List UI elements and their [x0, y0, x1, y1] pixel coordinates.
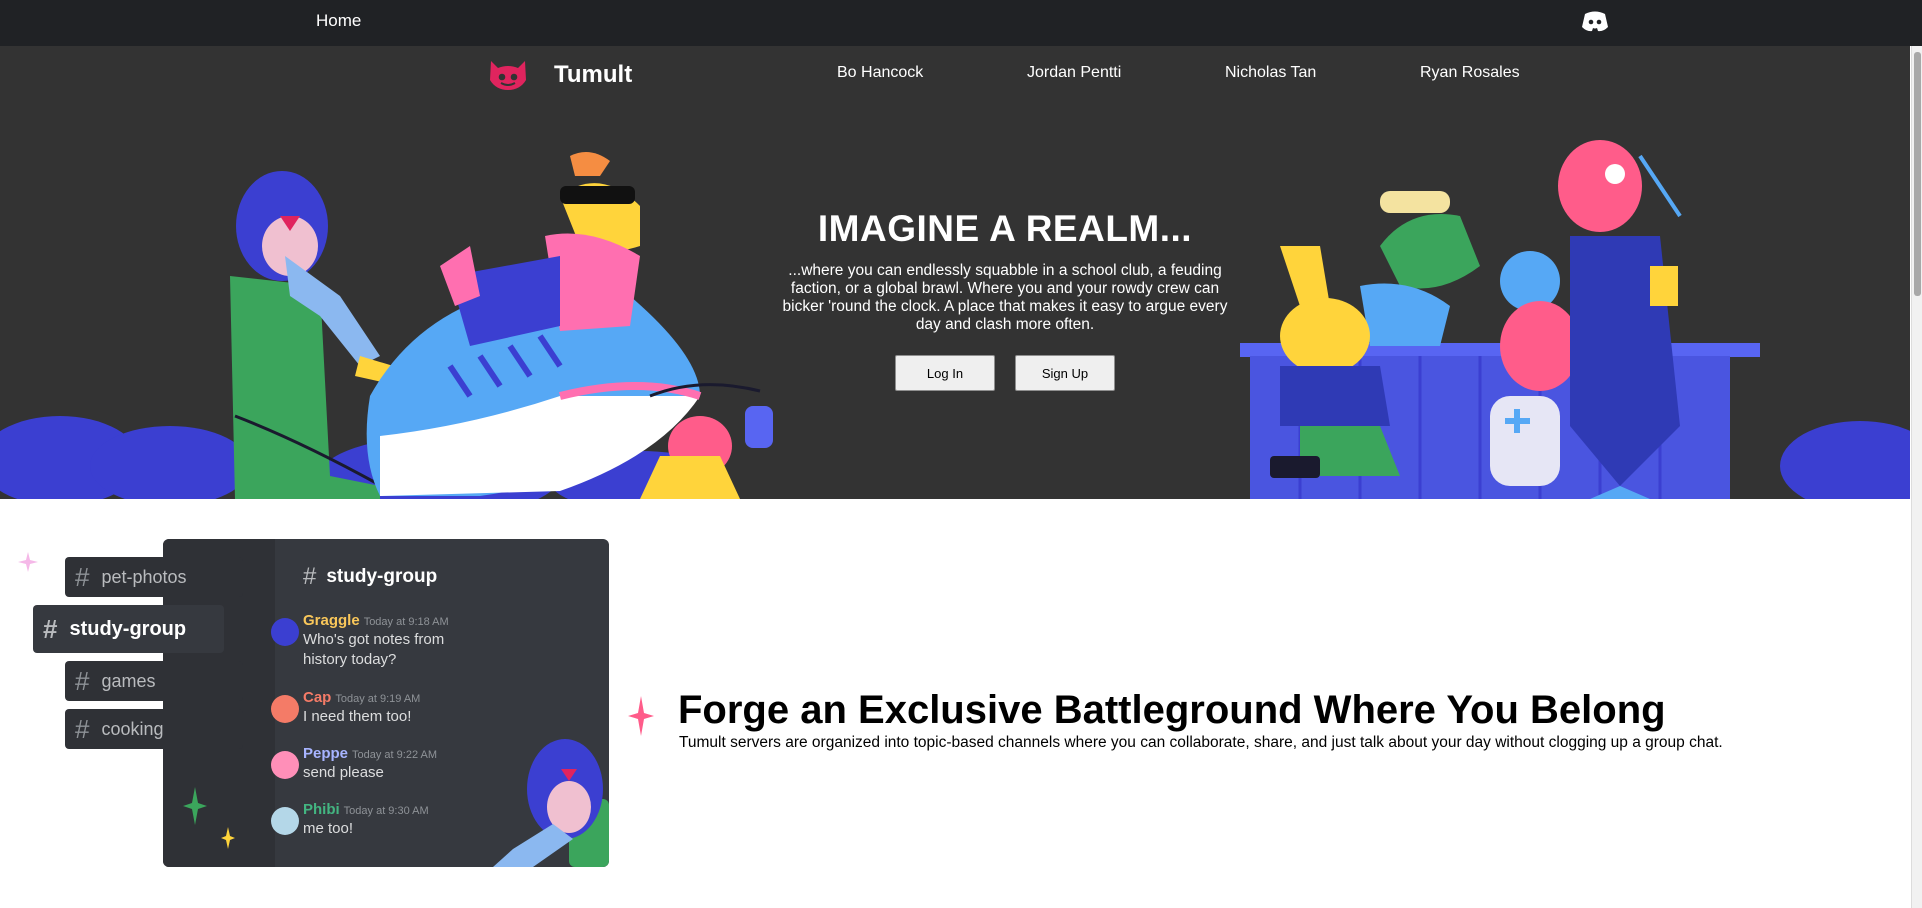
avatar: [271, 807, 299, 835]
message-author: Cap: [303, 689, 332, 706]
login-button[interactable]: Log In: [895, 355, 995, 391]
sparkle-icon: [18, 552, 38, 572]
message-author: Graggle: [303, 612, 360, 629]
hash-icon: #: [303, 563, 317, 590]
channel-study-group[interactable]: # study-group: [33, 605, 224, 653]
nav-link-jordan-pentti[interactable]: Jordan Pentti: [1027, 64, 1121, 82]
hash-icon: #: [75, 665, 90, 696]
message-time: Today at 9:18 AM: [363, 616, 449, 628]
feature-description: Tumult servers are organized into topic-…: [679, 734, 1723, 751]
pink-sparkle-icon: [628, 696, 654, 736]
channel-label: games: [101, 670, 156, 691]
channel-games[interactable]: # games: [65, 661, 243, 701]
channel-label: cooking: [101, 718, 164, 739]
feature-title: Forge an Exclusive Battleground Where Yo…: [678, 688, 1666, 732]
chat-message: Cap Today at 9:19 AM I need them too!: [271, 689, 603, 727]
discord-icon[interactable]: [1580, 8, 1610, 34]
scrollbar-thumb[interactable]: [1914, 52, 1921, 296]
hero-description: ...where you can endlessly squabble in a…: [782, 262, 1228, 333]
green-sparkle-icon: [183, 787, 207, 825]
nav-bar: Bo Hancock Jordan Pentti Nicholas Tan Ry…: [0, 64, 1910, 88]
hero-title: IMAGINE A REALM...: [817, 208, 1193, 249]
hero-section: Tumult Bo Hancock Jordan Pentti Nicholas…: [0, 46, 1910, 499]
nav-link-nicholas-tan[interactable]: Nicholas Tan: [1225, 64, 1316, 82]
nav-link-bo-hancock[interactable]: Bo Hancock: [837, 64, 923, 82]
signup-button[interactable]: Sign Up: [1015, 355, 1115, 391]
mascot-illustration: [493, 739, 609, 867]
message-text: Who's got notes from history today?: [303, 631, 445, 668]
message-time: Today at 9:22 AM: [352, 749, 438, 761]
chat-header-channel: study-group: [326, 566, 438, 587]
hero-illustration-right: [1240, 140, 1910, 499]
yellow-sparkle-icon: [221, 827, 235, 849]
message-time: Today at 9:30 AM: [343, 805, 429, 817]
top-bar: Home: [0, 0, 1922, 46]
hash-icon: #: [75, 561, 90, 592]
hash-icon: #: [75, 713, 90, 744]
message-author: Phibi: [303, 801, 340, 818]
chat-header: # study-group: [303, 563, 437, 591]
home-link[interactable]: Home: [316, 11, 361, 31]
channel-cooking[interactable]: # cooking: [65, 709, 243, 749]
avatar: [271, 751, 299, 779]
hero-illustration-left: [0, 152, 773, 499]
channel-label: study-group: [69, 617, 187, 640]
message-author: Peppe: [303, 745, 349, 762]
message-text: I need them too!: [303, 708, 412, 725]
avatar: [271, 618, 299, 646]
message-time: Today at 9:19 AM: [335, 693, 421, 705]
chat-message: Graggle Today at 9:18 AM Who's got notes …: [271, 612, 603, 670]
scrollbar[interactable]: [1911, 46, 1922, 908]
nav-link-ryan-rosales[interactable]: Ryan Rosales: [1420, 64, 1520, 82]
avatar: [271, 695, 299, 723]
channel-pet-photos[interactable]: # pet-photos: [65, 557, 243, 597]
channel-label: pet-photos: [101, 566, 187, 587]
hash-icon: #: [43, 613, 58, 644]
